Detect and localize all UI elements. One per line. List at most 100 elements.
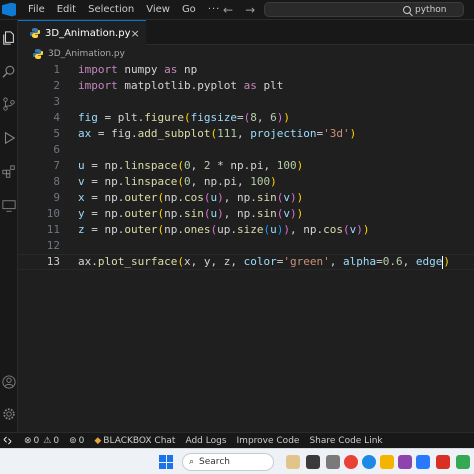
code-token: size (237, 223, 264, 236)
line-number: 1 (53, 63, 60, 76)
taskbar-app-icon[interactable] (306, 455, 320, 469)
code-token: ) (356, 223, 363, 236)
code-line[interactable]: 3 (18, 94, 474, 110)
files-icon[interactable] (2, 30, 16, 45)
code-token: 'green' (283, 255, 330, 268)
activity-bar (0, 20, 18, 432)
code-text: import matplotlib.pyplot as plt (78, 78, 283, 94)
run-debug-icon[interactable] (2, 130, 16, 145)
taskbar-app-icon[interactable] (286, 455, 300, 469)
blackbox-chat-label: BLACKBOX Chat (103, 435, 176, 446)
ports-icon: ⊚ (69, 435, 77, 446)
code-line[interactable]: 1 import numpy as np (18, 62, 474, 78)
ports-indicator[interactable]: ⊚ 0 (69, 436, 84, 446)
blackbox-chat[interactable]: ◆ BLACKBOX Chat (94, 436, 175, 446)
code-token: , np. (223, 207, 257, 220)
code-token: cos (323, 223, 343, 236)
line-number: 9 (53, 191, 60, 204)
code-token: ( (177, 255, 184, 268)
code-token: ) (283, 111, 290, 124)
ports-count: 0 (78, 435, 85, 446)
code-token: ) (217, 207, 224, 220)
code-token: ( (177, 159, 184, 172)
problems-indicator[interactable]: ⊗ 0 ⚠ 0 (24, 436, 59, 446)
code-line[interactable]: 12 (18, 238, 474, 254)
menu-file[interactable]: File (22, 4, 51, 15)
tab-3d-animation[interactable]: 3D_Animation.py × (18, 20, 146, 45)
code-token: 8 (250, 111, 257, 124)
share-code-link[interactable]: Share Code Link (309, 436, 382, 446)
line-number: 2 (53, 79, 60, 92)
code-line[interactable]: 7 u = np.linspace(0, 2 * np.pi, 100) (18, 158, 474, 174)
warning-icon: ⚠ (43, 435, 52, 446)
code-line[interactable]: 5 ax = fig.add_subplot(111, projection='3… (18, 126, 474, 142)
code-line[interactable]: 11 z = np.outer(np.ones(up.size(u)), np.c… (18, 222, 474, 238)
navigation-arrows: ← → (223, 3, 255, 17)
close-icon[interactable]: × (131, 27, 140, 40)
taskbar-app-icon[interactable] (436, 455, 450, 469)
code-token: x, y, z, (183, 255, 244, 268)
code-token: np (177, 63, 198, 76)
status-bar: ⊗ 0 ⚠ 0 ⊚ 0 ◆ BLACKBOX Chat Add Logs Imp… (0, 432, 474, 448)
search-icon (403, 5, 411, 14)
add-logs[interactable]: Add Logs (185, 436, 226, 446)
settings-gear-icon[interactable] (2, 406, 16, 420)
extensions-icon[interactable] (2, 164, 16, 178)
code-token: x (78, 191, 85, 204)
taskbar-app-icon[interactable] (326, 455, 340, 469)
remote-indicator[interactable] (0, 433, 14, 448)
code-line[interactable]: 9x = np.outer(np.cos(u), np.sin(v)) (18, 190, 474, 206)
code-token: ) (296, 159, 304, 172)
taskbar-app-icon[interactable] (398, 455, 412, 469)
taskbar-search[interactable]: ⌕ Search (182, 453, 274, 471)
edge-icon[interactable] (362, 455, 376, 469)
code-token: , (402, 255, 416, 268)
code-token: ones (184, 223, 211, 236)
code-line[interactable]: 6 (18, 142, 474, 158)
code-token: = np. (84, 159, 125, 172)
windows-start-icon[interactable] (159, 455, 173, 469)
command-center-search[interactable]: python (264, 2, 464, 17)
vscode-taskbar-icon[interactable] (416, 455, 430, 469)
menu-go[interactable]: Go (176, 4, 202, 15)
code-token: outer (124, 191, 158, 204)
code-token: ) (349, 127, 357, 140)
remote-explorer-icon[interactable] (2, 198, 16, 212)
account-icon[interactable] (2, 374, 16, 389)
title-bar: File Edit Selection View Go ··· ← → pyth… (0, 0, 474, 20)
improve-code[interactable]: Improve Code (237, 436, 300, 446)
chrome-icon[interactable] (344, 455, 358, 469)
code-token: ax (78, 127, 92, 140)
line-number: 7 (53, 159, 60, 172)
code-token: ) (290, 191, 297, 204)
code-token: 0.6 (382, 255, 403, 268)
search-icon[interactable] (2, 64, 16, 78)
code-token: 0 (183, 159, 191, 172)
code-line[interactable]: 2 import matplotlib.pyplot as plt (18, 78, 474, 94)
code-token: , np. (223, 191, 257, 204)
code-token: , np. (290, 223, 324, 236)
menu-edit[interactable]: Edit (51, 4, 82, 15)
menu-selection[interactable]: Selection (82, 4, 140, 15)
code-line[interactable]: 4 fig = plt.figure(figsize=(8, 6)) (18, 110, 474, 126)
forward-arrow-icon[interactable]: → (245, 3, 255, 17)
back-arrow-icon[interactable]: ← (223, 3, 233, 17)
line-number: 10 (46, 207, 60, 220)
code-token: , (256, 111, 271, 124)
vscode-logo-icon (2, 2, 16, 17)
code-line[interactable]: 8 v = np.linspace(0, np.pi, 100) (18, 174, 474, 190)
code-line[interactable]: 13 ax.plot_surface(x, y, z, color = 'green'… (18, 254, 474, 270)
code-editor[interactable]: 1 import numpy as np 2 import matplotlib.py… (18, 62, 474, 432)
taskbar-app-icon[interactable] (456, 455, 470, 469)
code-token: , (329, 255, 343, 268)
taskbar-search-label: Search (199, 457, 230, 467)
file-explorer-icon[interactable] (380, 455, 394, 469)
code-token: 0 (183, 175, 191, 188)
breadcrumb[interactable]: 3D_Animation.py (33, 47, 125, 61)
source-control-icon[interactable] (2, 96, 16, 111)
code-line[interactable]: 10 y = np.outer(np.sin(u), np.sin(v)) (18, 206, 474, 222)
menu-view[interactable]: View (140, 4, 176, 15)
line-number: 8 (53, 175, 60, 188)
code-token: ) (443, 255, 450, 268)
code-token: ) (290, 207, 297, 220)
